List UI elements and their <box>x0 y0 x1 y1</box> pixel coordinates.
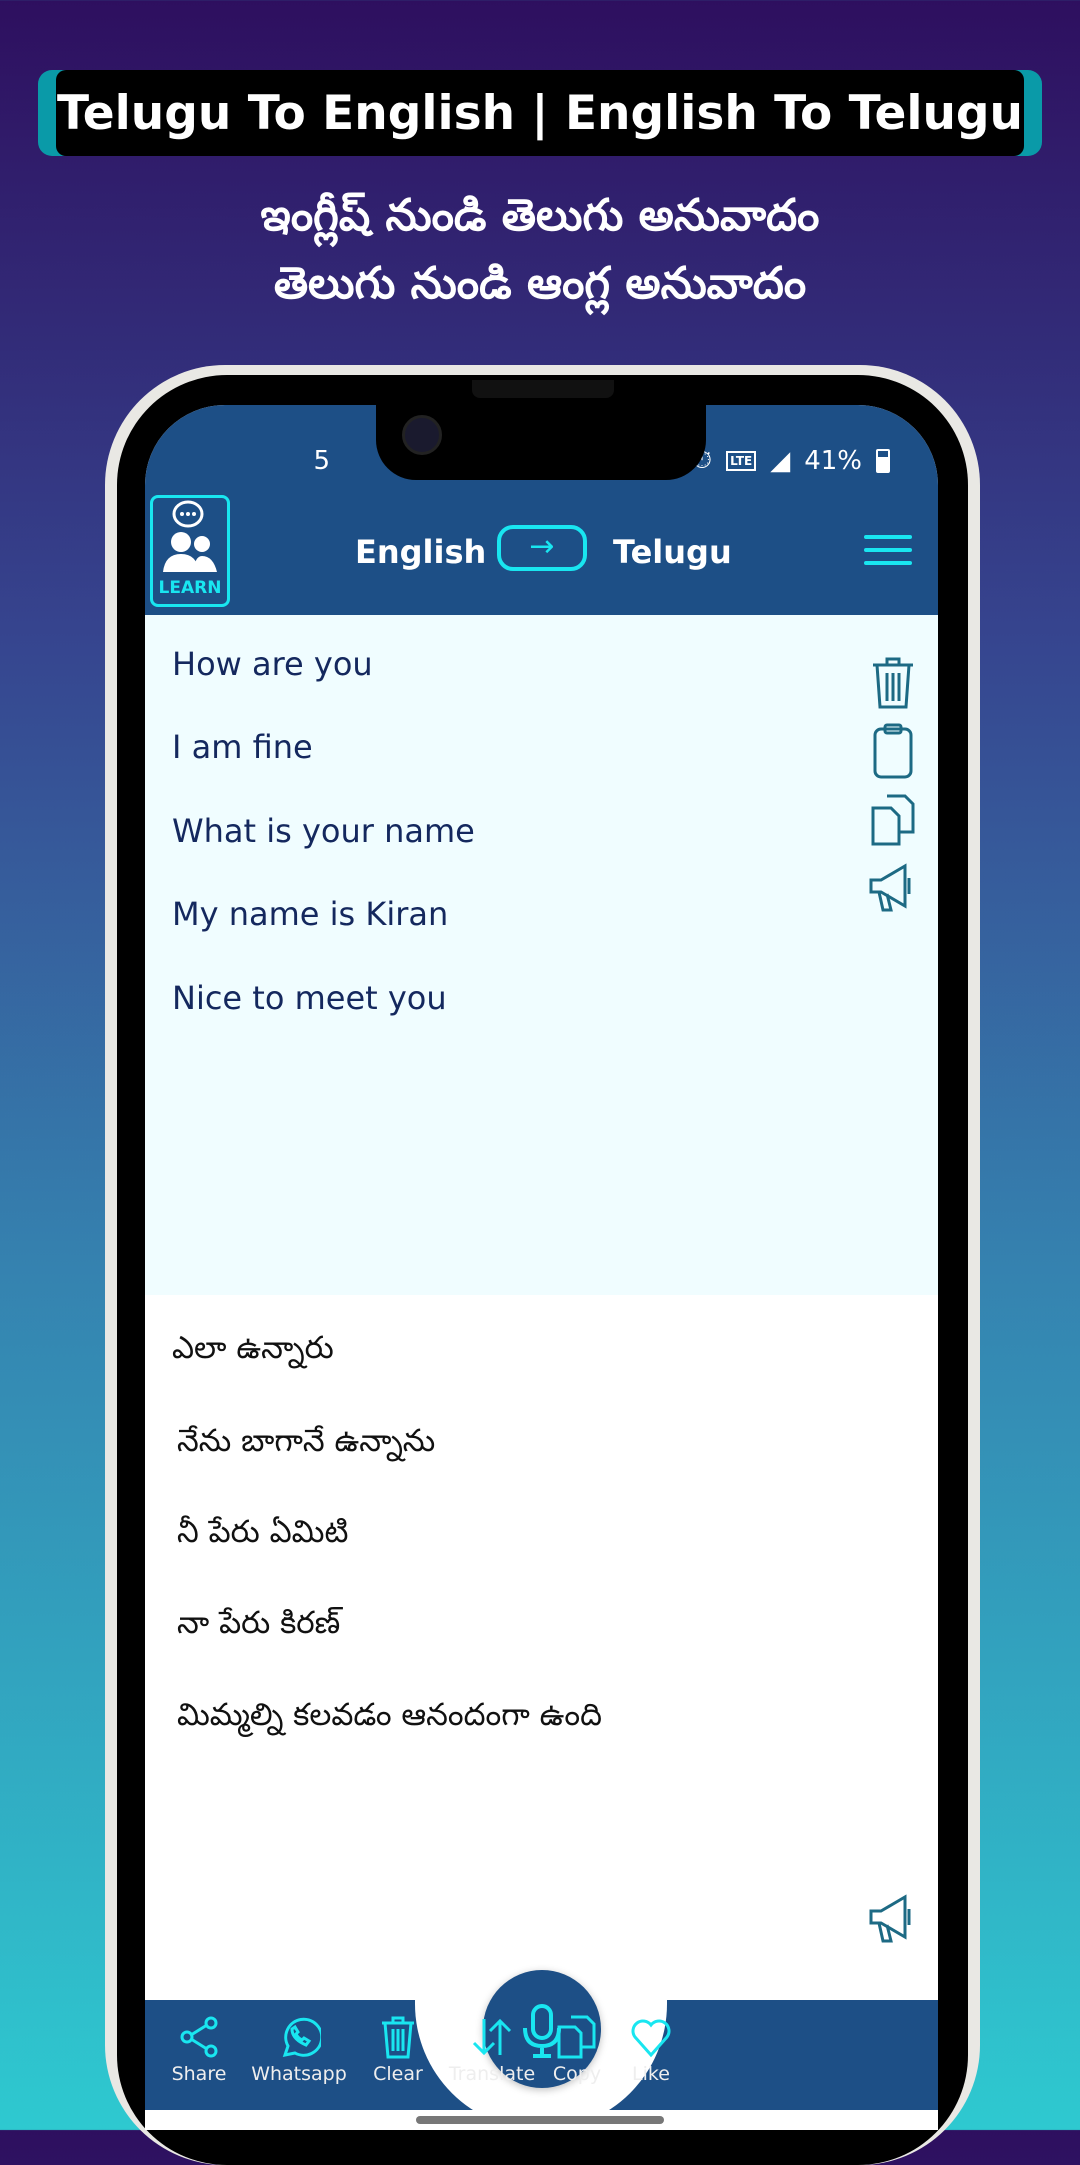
nav-like[interactable]: Like <box>596 2015 706 2085</box>
volte-icon: LTE <box>726 450 757 471</box>
share-icon <box>180 2016 218 2058</box>
output-line: నీ పేరు ఏమిటి <box>177 1514 349 1550</box>
learn-button[interactable]: LEARN <box>150 495 230 607</box>
nav-whatsapp[interactable]: Whatsapp <box>244 2015 354 2085</box>
copy-icon[interactable] <box>867 792 919 848</box>
heart-icon <box>631 2019 671 2058</box>
output-line: మిమ్మల్ని కలవడం ఆనందంగా ఉంది <box>177 1697 602 1733</box>
swap-language-button[interactable]: → <box>497 525 587 571</box>
input-line: Nice to meet you <box>172 979 447 1017</box>
clipboard-icon[interactable] <box>867 723 919 779</box>
input-text-area[interactable]: How are you I am fine What is your name … <box>145 615 938 1295</box>
input-line: I am fine <box>172 728 313 766</box>
source-language[interactable]: English <box>355 533 486 571</box>
phone-speaker <box>472 380 614 398</box>
signal-icon: ◢ <box>770 445 791 476</box>
input-line: What is your name <box>172 812 475 850</box>
app-screen: 5 ⏱ LTE ◢ 41% LEARN English → Telugu How… <box>145 405 938 2130</box>
output-line: ఎలా ఉన్నారు <box>172 1330 334 1366</box>
copy-icon <box>557 2015 596 2059</box>
people-chat-icon <box>163 500 217 572</box>
nav-share[interactable]: Share <box>145 2015 254 2085</box>
input-line: How are you <box>172 645 373 683</box>
subtitle-2: తెలుగు నుండి ఆంగ్ల అనువాదం <box>273 258 807 309</box>
delete-icon[interactable] <box>867 655 919 711</box>
camera <box>402 415 442 455</box>
status-bar: 5 ⏱ LTE ◢ 41% <box>313 445 890 476</box>
menu-icon[interactable] <box>864 535 912 574</box>
trash-icon <box>382 2016 414 2059</box>
swap-vertical-icon <box>472 2018 512 2056</box>
battery-text: 41% <box>804 445 862 476</box>
output-line: నేను బాగానే ఉన్నాను <box>177 1423 436 1459</box>
input-line: My name is Kiran <box>172 895 449 933</box>
speaker-icon[interactable] <box>867 860 919 916</box>
home-indicator[interactable] <box>416 2116 664 2124</box>
battery-icon <box>876 448 890 473</box>
arrow-right-icon: → <box>529 529 555 564</box>
learn-label: LEARN <box>158 578 222 598</box>
subtitle-1: ఇంగ్లీష్ నుండి తెలుగు అనువాదం <box>260 190 820 241</box>
whatsapp-icon <box>282 2017 321 2057</box>
output-line: నా పేరు కిరణ్ <box>177 1605 341 1641</box>
title-banner: Telugu To English | English To Telugu <box>38 70 1042 156</box>
output-speaker-icon[interactable] <box>867 1891 919 1947</box>
banner-title: Telugu To English | English To Telugu <box>56 70 1024 156</box>
target-language[interactable]: Telugu <box>613 533 732 571</box>
